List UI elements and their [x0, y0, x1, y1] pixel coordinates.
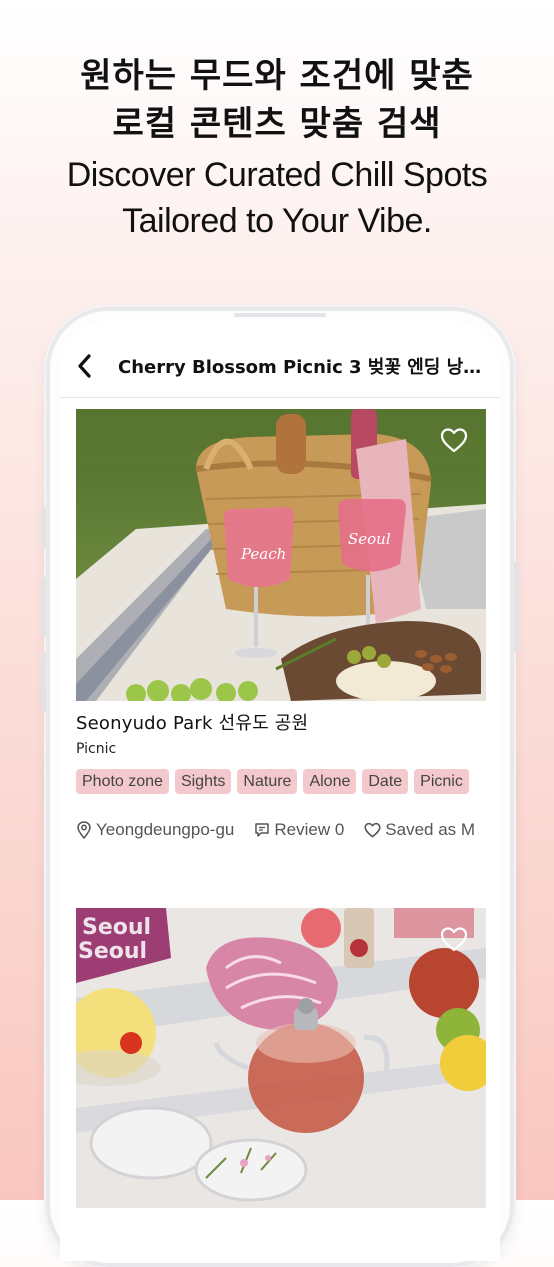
- picnic-photo-image: Peach Seoul: [76, 409, 486, 701]
- tag-chip[interactable]: Sights: [174, 769, 232, 794]
- headline-english-line-2: Tailored to Your Vibe.: [122, 202, 432, 240]
- heart-outline-icon: [440, 428, 468, 453]
- svg-text:Seoul: Seoul: [78, 939, 147, 964]
- tag-chip[interactable]: Photo zone: [76, 769, 169, 794]
- headline-korean-line-2: 로컬 콘텐츠 맞춤 검색: [112, 104, 442, 144]
- place-card[interactable]: Peach Seoul Seonyudo Park 선유도 공원 Picnic …: [76, 409, 486, 840]
- saved-info[interactable]: Saved as M: [364, 820, 475, 840]
- headline-korean-line-1: 원하는 무드와 조건에 맞춘: [80, 56, 474, 96]
- tea-picnic-photo-image: Seoul Seoul: [76, 908, 486, 1208]
- place-photo[interactable]: Peach Seoul: [76, 409, 486, 701]
- svg-text:Seoul: Seoul: [348, 530, 391, 548]
- location-info: Yeongdeungpo-gu: [76, 820, 234, 840]
- svg-text:Seoul: Seoul: [82, 915, 151, 940]
- headline-english-line-1: Discover Curated Chill Spots: [66, 156, 488, 194]
- phone-power-button: [514, 562, 519, 652]
- svg-text:Peach: Peach: [240, 545, 286, 563]
- place-name: Seonyudo Park 선유도 공원: [76, 713, 309, 734]
- back-button[interactable]: [68, 349, 100, 383]
- tag-chip[interactable]: Date: [362, 769, 409, 794]
- review-info[interactable]: Review 0: [254, 820, 344, 840]
- tag-chip[interactable]: Picnic: [414, 769, 469, 794]
- chevron-left-icon: [78, 354, 91, 378]
- phone-side-button: [41, 652, 46, 712]
- phone-speaker: [234, 313, 326, 317]
- map-pin-icon: [77, 821, 91, 839]
- place-meta: Yeongdeungpo-gu Review 0 Saved as M: [76, 820, 486, 840]
- promo-headline: 원하는 무드와 조건에 맞춘 로컬 콘텐츠 맞춤 검색 Discover Cur…: [0, 52, 554, 244]
- heart-outline-icon: [364, 822, 381, 838]
- tag-list: Photo zone Sights Nature Alone Date Picn…: [76, 769, 476, 800]
- phone-side-button: [41, 577, 46, 637]
- tag-chip[interactable]: Nature: [237, 769, 298, 794]
- chat-bubble-icon: [255, 823, 270, 837]
- heart-outline-icon: [440, 927, 468, 952]
- place-card[interactable]: Seoul Seoul: [76, 908, 486, 1208]
- app-header: Cherry Blossom Picnic 3 벚꽃 엔딩 낭만 피크닉: [60, 321, 500, 398]
- location-text: Yeongdeungpo-gu: [96, 820, 235, 839]
- place-category: Picnic: [76, 741, 117, 757]
- tag-chip[interactable]: Alone: [303, 769, 357, 794]
- phone-mockup: Cherry Blossom Picnic 3 벚꽃 엔딩 낭만 피크닉: [41, 307, 519, 1267]
- page-title: Cherry Blossom Picnic 3 벚꽃 엔딩 낭만 피크닉: [118, 357, 488, 378]
- saved-text: Saved as M: [385, 820, 476, 839]
- favorite-button[interactable]: [440, 926, 468, 952]
- favorite-button[interactable]: [440, 427, 468, 453]
- phone-side-button: [41, 507, 46, 547]
- app-screen: Cherry Blossom Picnic 3 벚꽃 엔딩 낭만 피크닉: [60, 321, 500, 1261]
- place-photo[interactable]: Seoul Seoul: [76, 908, 486, 1208]
- review-text: Review 0: [274, 820, 345, 839]
